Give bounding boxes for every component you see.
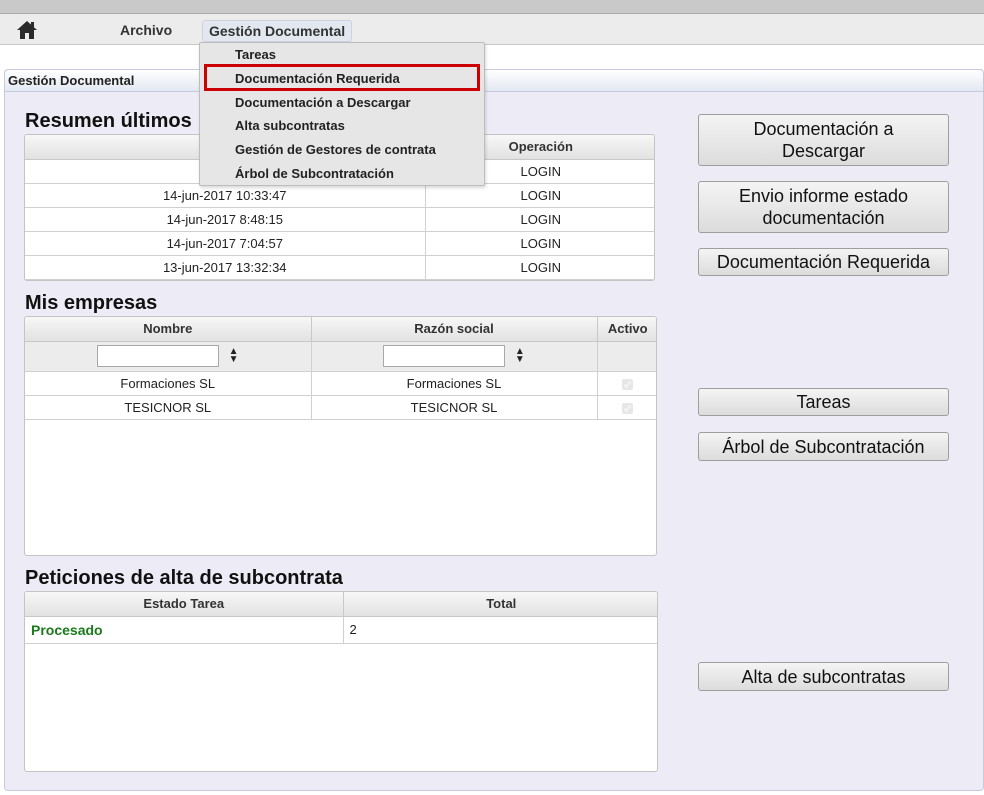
resumen-date: 13-jun-2017 13:32:34 xyxy=(25,255,426,280)
empresas-filter-row: ▲ ▼ ▲ ▼ xyxy=(25,341,656,372)
gestion-documental-dropdown: Tareas Documentación Requerida Documenta… xyxy=(199,42,485,186)
resumen-date: 14-jun-2017 10:33:47 xyxy=(25,183,426,208)
peticiones-header-row: Estado Tarea Total xyxy=(25,592,657,617)
filter-nombre-input[interactable] xyxy=(96,345,219,367)
dropdown-item-alta-subcontratas[interactable]: Alta subcontratas xyxy=(235,118,345,133)
menu-bar: Archivo Gestión Documental xyxy=(0,14,984,45)
doc-requerida-label: Documentación Requerida xyxy=(716,252,931,272)
empresas-grid: Nombre Razón social Activo ▲ ▼ ▲ ▼ Formaci… xyxy=(24,316,657,556)
envio-informe-label-2: documentación xyxy=(762,208,885,228)
resumen-date: 14-jun-2017 8:48:15 xyxy=(25,207,426,232)
tareas-button[interactable]: Tareas xyxy=(698,388,949,416)
table-row[interactable]: Procesado 2 xyxy=(25,616,657,644)
empresas-title: Mis empresas xyxy=(25,292,158,314)
filter-razon-input[interactable] xyxy=(383,345,506,367)
content-header-title: Gestión Documental xyxy=(8,73,135,88)
filter-cell-razon: ▲ ▼ xyxy=(311,341,598,372)
empresas-col-razon[interactable]: Razón social xyxy=(311,317,598,342)
empresa-razon: Formaciones SL xyxy=(311,371,598,396)
arbol-label: Árbol de Subcontratación xyxy=(722,436,925,457)
dropdown-item-arbol[interactable]: Árbol de Subcontratación xyxy=(235,166,394,181)
empresa-razon: TESICNOR SL xyxy=(311,395,598,420)
menu-gestion-documental[interactable]: Gestión Documental xyxy=(202,20,353,42)
status-badge: Procesado xyxy=(31,621,103,638)
table-row[interactable]: TESICNOR SL TESICNOR SL xyxy=(25,395,656,420)
peticiones-title: Peticiones de alta de subcontrata xyxy=(25,567,343,589)
table-row[interactable]: 13-jun-2017 13:32:34 LOGIN xyxy=(25,255,654,280)
dropdown-item-gestores[interactable]: Gestión de Gestores de contrata xyxy=(235,142,436,157)
sort-icon[interactable]: ▲ ▼ xyxy=(229,347,239,365)
arbol-button[interactable]: Árbol de Subcontratación xyxy=(698,432,949,461)
peticiones-grid: Estado Tarea Total Procesado 2 xyxy=(24,591,658,772)
resumen-op: LOGIN xyxy=(425,207,654,232)
sort-icon[interactable]: ▲ ▼ xyxy=(515,347,525,365)
home-button[interactable] xyxy=(16,19,38,41)
resumen-op: LOGIN xyxy=(425,255,654,280)
checkbox-icon xyxy=(622,378,634,390)
peticiones-col-total[interactable]: Total xyxy=(343,592,657,617)
resumen-op: LOGIN xyxy=(425,183,654,208)
peticion-total: 2 xyxy=(343,616,657,644)
resumen-op: LOGIN xyxy=(425,231,654,256)
empresa-nombre: Formaciones SL xyxy=(25,371,312,396)
table-row[interactable]: Formaciones SL Formaciones SL xyxy=(25,371,656,396)
filter-cell-nombre: ▲ ▼ xyxy=(25,341,312,372)
dropdown-item-tareas[interactable]: Tareas xyxy=(235,47,276,62)
empresa-activo xyxy=(597,395,656,420)
dropdown-item-doc-descargar[interactable]: Documentación a Descargar xyxy=(235,95,411,110)
empresas-col-nombre[interactable]: Nombre xyxy=(25,317,312,342)
empresas-col-activo[interactable]: Activo xyxy=(597,317,656,342)
resumen-title: Resumen últimos xyxy=(25,110,192,132)
envio-informe-label-1: Envio informe estado xyxy=(738,186,909,206)
table-row[interactable]: 14-jun-2017 8:48:15 LOGIN xyxy=(25,207,654,232)
empresas-header-row: Nombre Razón social Activo xyxy=(25,317,656,342)
table-row[interactable]: 14-jun-2017 10:33:47 LOGIN xyxy=(25,183,654,208)
alta-subcontratas-label: Alta de subcontratas xyxy=(741,666,906,687)
window-top-strip xyxy=(0,0,984,14)
highlight-box xyxy=(204,64,480,91)
doc-descargar-label-1: Documentación a xyxy=(753,119,894,139)
peticion-estado: Procesado xyxy=(25,616,344,644)
table-row[interactable]: 14-jun-2017 7:04:57 LOGIN xyxy=(25,231,654,256)
checkbox-icon xyxy=(622,402,634,414)
home-icon xyxy=(17,21,37,39)
doc-descargar-label-2: Descargar xyxy=(781,141,866,161)
peticiones-col-estado[interactable]: Estado Tarea xyxy=(25,592,344,617)
empresa-nombre: TESICNOR SL xyxy=(25,395,312,420)
tareas-label: Tareas xyxy=(796,392,851,412)
menu-archivo[interactable]: Archivo xyxy=(114,20,178,40)
empresa-activo xyxy=(597,371,656,396)
envio-informe-button[interactable]: Envio informe estado documentación xyxy=(698,181,949,233)
filter-cell-activo xyxy=(597,341,656,372)
doc-descargar-button[interactable]: Documentación a Descargar xyxy=(698,114,949,166)
alta-subcontratas-button[interactable]: Alta de subcontratas xyxy=(698,662,949,691)
doc-requerida-button[interactable]: Documentación Requerida xyxy=(698,248,949,276)
resumen-date: 14-jun-2017 7:04:57 xyxy=(25,231,426,256)
content-header: Gestión Documental xyxy=(5,70,983,92)
